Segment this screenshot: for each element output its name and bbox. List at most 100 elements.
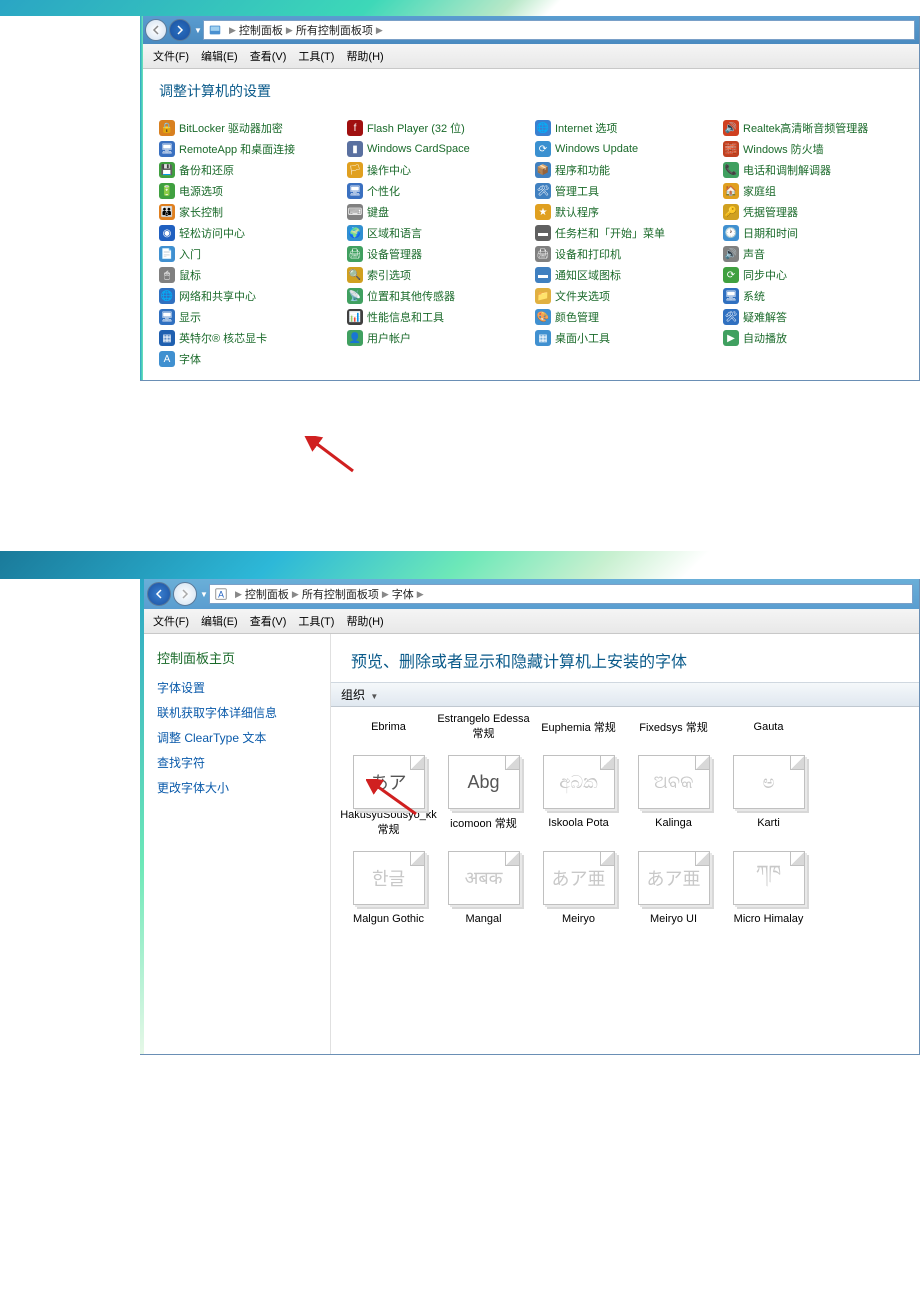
cp-item-intel-graphics[interactable]: ▦英特尔® 核芯显卡 (159, 329, 337, 347)
font-item[interactable]: あアHakusyuSousyo_kk 常规 (341, 753, 436, 837)
cp-item-programs-features[interactable]: 📦程序和功能 (535, 161, 713, 179)
menu-edit[interactable]: 编辑(E) (195, 46, 244, 66)
cp-item-user-accounts[interactable]: 👤用户帐户 (347, 329, 525, 347)
menu-view[interactable]: 查看(V) (244, 46, 293, 66)
cp-item-troubleshooting[interactable]: 🛠疑难解答 (723, 308, 901, 326)
font-item[interactable]: Ebrima (341, 713, 436, 741)
cp-item-system[interactable]: 🖥系统 (723, 287, 901, 305)
cp-item-color-management[interactable]: 🎨颜色管理 (535, 308, 713, 326)
cp-item-flash-player[interactable]: fFlash Player (32 位) (347, 119, 525, 137)
font-item[interactable]: ཀཁMicro Himalay (721, 849, 816, 933)
breadcrumb-control-panel[interactable]: 控制面板 (245, 586, 289, 602)
cp-item-admin-tools[interactable]: 🛠管理工具 (535, 182, 713, 200)
cp-item-indexing-options[interactable]: 🔍索引选项 (347, 266, 525, 284)
cp-item-ease-of-access[interactable]: ◉轻松访问中心 (159, 224, 337, 242)
homegroup-icon: 🏠 (723, 183, 739, 199)
font-item[interactable]: අබකIskoola Pota (531, 753, 626, 837)
cp-item-autoplay[interactable]: ▶自动播放 (723, 329, 901, 347)
cp-item-backup-restore[interactable]: 💾备份和还原 (159, 161, 337, 179)
font-item[interactable]: अबकMangal (436, 849, 531, 933)
cp-item-windows-firewall[interactable]: 🧱Windows 防火墙 (723, 140, 901, 158)
cp-item-devices-printers[interactable]: 🖨设备和打印机 (535, 245, 713, 263)
cp-item-region-language[interactable]: 🌍区域和语言 (347, 224, 525, 242)
nav-back-button[interactable] (147, 582, 171, 606)
cp-item-power-options[interactable]: 🔋电源选项 (159, 182, 337, 200)
cp-item-display[interactable]: 🖥显示 (159, 308, 337, 326)
font-item[interactable]: Gauta (721, 713, 816, 741)
breadcrumb-all-items[interactable]: 所有控制面板项 (302, 586, 379, 602)
font-item[interactable]: 한글Malgun Gothic (341, 849, 436, 933)
breadcrumb-all-items[interactable]: 所有控制面板项 (296, 22, 373, 38)
sidebar-home-link[interactable]: 控制面板主页 (157, 648, 314, 667)
menu-edit[interactable]: 编辑(E) (195, 611, 244, 631)
cp-item-taskbar-start[interactable]: ▬任务栏和「开始」菜单 (535, 224, 713, 242)
taskbar-start-icon: ▬ (535, 225, 551, 241)
cp-item-personalization[interactable]: 🖥个性化 (347, 182, 525, 200)
cp-item-folder-options[interactable]: 📁文件夹选项 (535, 287, 713, 305)
cp-item-sync-center[interactable]: ⟳同步中心 (723, 266, 901, 284)
breadcrumb-path[interactable]: ▶ 控制面板 ▶ 所有控制面板项 ▶ (203, 20, 915, 40)
cp-item-network-sharing[interactable]: 🌐网络和共享中心 (159, 287, 337, 305)
nav-back-button[interactable] (145, 19, 167, 41)
sidebar-link-font-settings[interactable]: 字体设置 (157, 679, 314, 696)
cp-item-action-center[interactable]: 🏳操作中心 (347, 161, 525, 179)
cp-item-credential-manager[interactable]: 🔑凭据管理器 (723, 203, 901, 221)
menu-file[interactable]: 文件(F) (147, 46, 195, 66)
content-area: 控制面板主页 字体设置联机获取字体详细信息调整 ClearType 文本查找字符… (141, 634, 919, 1054)
menu-tools[interactable]: 工具(T) (292, 46, 340, 66)
font-item[interactable]: ଅବକKalinga (626, 753, 721, 837)
cp-item-homegroup[interactable]: 🏠家庭组 (723, 182, 901, 200)
cp-item-notification-icons[interactable]: ▬通知区域图标 (535, 266, 713, 284)
cp-item-windows-cardspace[interactable]: ▮Windows CardSpace (347, 140, 525, 158)
breadcrumb-fonts[interactable]: 字体 (392, 586, 414, 602)
font-item[interactable]: Fixedsys 常规 (626, 713, 721, 741)
breadcrumb-control-panel[interactable]: 控制面板 (239, 22, 283, 38)
organize-button[interactable]: 组织 ▼ (331, 682, 919, 707)
cp-item-internet-options[interactable]: 🌐Internet 选项 (535, 119, 713, 137)
sidebar-link-find-char[interactable]: 查找字符 (157, 754, 314, 771)
cp-item-label: 性能信息和工具 (367, 309, 444, 325)
cp-item-performance-tools[interactable]: 📊性能信息和工具 (347, 308, 525, 326)
menu-tools[interactable]: 工具(T) (292, 611, 340, 631)
network-sharing-icon: 🌐 (159, 288, 175, 304)
cp-item-windows-update[interactable]: ⟳Windows Update (535, 140, 713, 158)
font-item[interactable]: あア亜Meiryo (531, 849, 626, 933)
cp-item-bitlocker[interactable]: 🔒BitLocker 驱动器加密 (159, 119, 337, 137)
cp-item-default-programs[interactable]: ★默认程序 (535, 203, 713, 221)
cp-item-remoteapp[interactable]: 🖥RemoteApp 和桌面连接 (159, 140, 337, 158)
font-item[interactable]: ಅKarti (721, 753, 816, 837)
nav-history-dropdown[interactable]: ▼ (193, 26, 203, 35)
cp-item-desktop-gadgets[interactable]: ▦桌面小工具 (535, 329, 713, 347)
font-item[interactable]: Estrangelo Edessa 常规 (436, 713, 531, 741)
cp-item-label: Windows 防火墙 (743, 141, 824, 157)
sidebar-link-adjust-cleartype[interactable]: 调整 ClearType 文本 (157, 729, 314, 746)
cp-item-getting-started[interactable]: 📄入门 (159, 245, 337, 263)
cp-item-device-manager[interactable]: 🖨设备管理器 (347, 245, 525, 263)
nav-history-dropdown[interactable]: ▼ (199, 590, 209, 599)
cp-item-location-sensors[interactable]: 📡位置和其他传感器 (347, 287, 525, 305)
menu-help[interactable]: 帮助(H) (340, 611, 389, 631)
nav-forward-button[interactable] (169, 19, 191, 41)
sidebar-link-online-font-info[interactable]: 联机获取字体详细信息 (157, 704, 314, 721)
font-item[interactable]: Euphemia 常规 (531, 713, 626, 741)
cp-item-sound[interactable]: 🔊声音 (723, 245, 901, 263)
breadcrumb-path[interactable]: A ▶ 控制面板 ▶ 所有控制面板项 ▶ 字体 ▶ (209, 584, 913, 604)
font-name-label: Malgun Gothic (341, 905, 436, 933)
cp-item-keyboard[interactable]: ⌨键盘 (347, 203, 525, 221)
cp-item-phone-modem[interactable]: 📞电话和调制解调器 (723, 161, 901, 179)
cp-item-mouse[interactable]: 🖱鼠标 (159, 266, 337, 284)
nav-forward-button[interactable] (173, 582, 197, 606)
desktop-gradient (0, 551, 920, 579)
cp-item-parental-controls[interactable]: 👪家长控制 (159, 203, 337, 221)
sidebar-link-change-font-size[interactable]: 更改字体大小 (157, 779, 314, 796)
cp-item-label: 显示 (179, 309, 201, 325)
cp-item-date-time[interactable]: 🕐日期和时间 (723, 224, 901, 242)
font-item[interactable]: Abgicomoon 常规 (436, 753, 531, 837)
cp-item-realtek-audio[interactable]: 🔊Realtek高清晰音频管理器 (723, 119, 901, 137)
menu-file[interactable]: 文件(F) (147, 611, 195, 631)
cp-item-fonts[interactable]: A字体 (159, 350, 337, 368)
menu-help[interactable]: 帮助(H) (340, 46, 389, 66)
menu-view[interactable]: 查看(V) (244, 611, 293, 631)
cp-item-label: 疑难解答 (743, 309, 787, 325)
font-item[interactable]: あア亜Meiryo UI (626, 849, 721, 933)
